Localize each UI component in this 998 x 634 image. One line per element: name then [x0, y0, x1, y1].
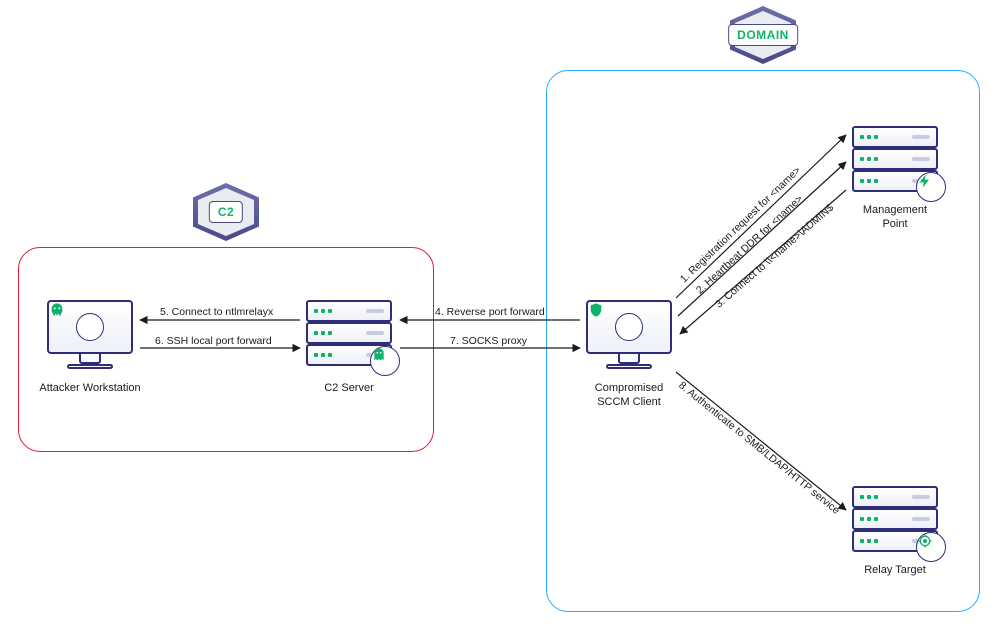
arrow-7-label: 7. SOCKS proxy — [450, 335, 527, 347]
arrow-6-label: 6. SSH local port forward — [155, 335, 272, 347]
arrow-5-label: 5. Connect to ntlmrelayx — [160, 306, 273, 318]
diagram-canvas: C2 DOMAIN Attacker Workstation C2 Server… — [0, 0, 998, 634]
arrow-4-label: 4. Reverse port forward — [435, 306, 545, 318]
